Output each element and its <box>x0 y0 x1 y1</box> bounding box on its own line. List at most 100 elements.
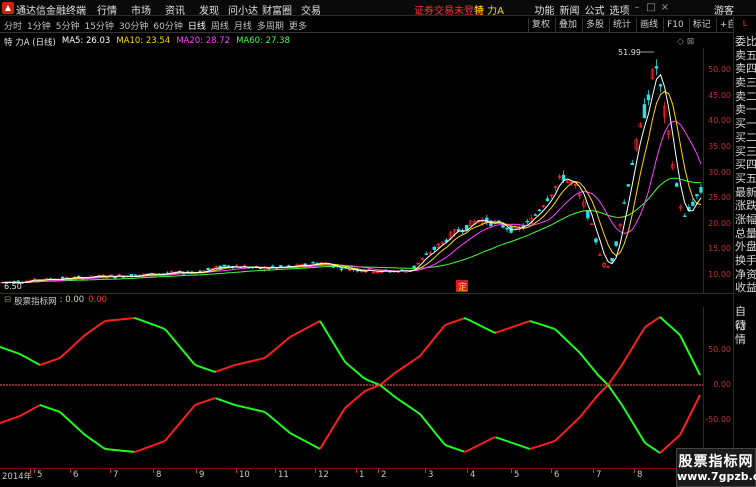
indicator-segment <box>393 371 397 375</box>
menu-item-options[interactable]: 选项 <box>607 2 632 17</box>
menu-item-functions[interactable]: 功能 <box>532 2 557 17</box>
indicator-segment <box>689 354 693 360</box>
indicator-settings-icon[interactable]: ⊟ <box>4 295 11 307</box>
f10-button[interactable]: F10 <box>663 18 687 32</box>
indicator-mirror-segment <box>505 439 509 443</box>
indicator-mirror-segment <box>269 415 273 419</box>
side-panel-header[interactable]: L <box>734 19 756 28</box>
indicator-mirror-segment <box>295 435 299 439</box>
window-controls: – □ × <box>630 2 672 13</box>
tab-monthly[interactable]: 月线 <box>234 19 252 32</box>
statistics-button[interactable]: 统计 <box>609 18 634 32</box>
indicator-mirror-segment <box>375 384 379 388</box>
multi-stock-button[interactable]: 多股 <box>582 18 607 32</box>
menu-item-assistant[interactable]: 问小达 <box>226 2 260 17</box>
menu-item-wealth[interactable]: 财富圈 <box>260 2 294 17</box>
indicator-segment <box>31 359 35 363</box>
indicator-mirror-segment <box>289 432 293 435</box>
draw-line-button[interactable]: 画线 <box>636 18 661 32</box>
tab-15min[interactable]: 15分钟 <box>84 19 113 32</box>
tab-daily[interactable]: 日线 <box>188 19 206 32</box>
indicator-name[interactable]: 股票指标网 <box>14 295 57 307</box>
tab-intraday[interactable]: 分时 <box>4 19 22 32</box>
indicator-mirror-segment <box>93 440 97 444</box>
side-tab[interactable]: 自动 <box>735 305 756 332</box>
indicator-mirror-segment <box>139 448 143 452</box>
indicator-mirror-segment <box>633 424 637 429</box>
candle-body <box>206 267 210 271</box>
tab-more[interactable]: 更多 <box>289 19 307 32</box>
date-label: 7 <box>113 470 119 480</box>
indicator-segment <box>461 317 465 320</box>
menu-item-exchange[interactable]: 市场 <box>124 2 158 17</box>
tab-5min[interactable]: 5分钟 <box>56 19 80 32</box>
restore-rights-button[interactable]: 复权 <box>528 18 553 32</box>
indicator-mirror-segment <box>29 408 33 412</box>
minimize-icon[interactable]: – <box>630 2 644 13</box>
maximize-icon[interactable]: □ <box>644 2 658 13</box>
indicator-segment <box>359 373 363 378</box>
menu-item-news-feed[interactable]: 新闻 <box>557 2 582 17</box>
menu-item-formula[interactable]: 公式 <box>582 2 607 17</box>
close-icon[interactable]: × <box>658 2 672 13</box>
menu-item-news[interactable]: 资讯 <box>158 2 192 17</box>
indicator-segment <box>21 354 25 358</box>
indicator-segment <box>145 321 149 324</box>
indicator-mirror-segment <box>449 445 453 449</box>
indicator-segment <box>483 326 487 330</box>
indicator-segment <box>693 362 697 368</box>
candle-body <box>339 268 344 271</box>
indicator-mirror-segment <box>275 420 279 424</box>
candles-group <box>0 59 703 285</box>
indicator-mirror-segment <box>225 400 229 404</box>
candlestick-chart[interactable]: 51.99 6.50 定 <box>0 48 703 293</box>
menu-item-market[interactable]: 行情 <box>90 2 124 17</box>
indicator-segment <box>141 319 145 323</box>
indicator-mirror-segment <box>347 402 351 407</box>
chart-option-icons[interactable]: ◇ ⊠ <box>677 37 694 47</box>
site-watermark: 股票指标网 www.7gpzb.com <box>676 448 756 487</box>
tab-60min[interactable]: 60分钟 <box>153 19 182 32</box>
indicator-segment <box>569 342 573 347</box>
menu-item-trade[interactable]: 交易 <box>294 2 328 17</box>
indicator-mirror-segment <box>391 393 395 397</box>
indicator-segment <box>193 363 197 367</box>
indicator-mirror-segment <box>567 425 571 430</box>
indicator-mirror-segment <box>697 394 701 400</box>
tab-1min[interactable]: 1分钟 <box>27 19 51 32</box>
indicator-segment <box>281 341 285 345</box>
indicator-segment <box>209 369 213 372</box>
overlay-button[interactable]: 叠加 <box>555 18 580 32</box>
indicator-segment <box>531 320 535 324</box>
indicator-segment <box>33 360 37 364</box>
indicator-mirror-segment <box>349 401 353 405</box>
tab-multi-period[interactable]: 多周期 <box>257 19 284 32</box>
date-tick <box>34 469 35 473</box>
indicator-mirror-segment <box>613 392 617 398</box>
indicator-mirror-segment <box>517 443 521 447</box>
indicator-segment <box>295 331 299 335</box>
indicator-segment <box>669 325 673 329</box>
candle-body <box>311 262 315 264</box>
indicator-chart[interactable] <box>0 307 703 468</box>
indicator-mirror-segment <box>571 422 575 426</box>
indicator-mirror-segment <box>679 430 683 436</box>
ma20-line <box>1 121 702 284</box>
indicator-segment <box>365 378 369 382</box>
user-guest-label[interactable]: 游客 <box>714 2 734 17</box>
quote-field-label: 最新 <box>735 185 756 199</box>
indicator-segment <box>73 342 77 346</box>
indicator-segment <box>385 377 389 381</box>
indicator-segment <box>407 361 411 365</box>
mark-button[interactable]: 标记 <box>688 18 714 32</box>
tab-weekly[interactable]: 周线 <box>211 19 229 32</box>
menu-item-discover[interactable]: 发现 <box>192 2 226 17</box>
indicator-mirror-segment <box>197 402 201 405</box>
quote-field-label: 卖一 <box>735 103 756 117</box>
indicator-segment <box>599 376 603 380</box>
candle-body <box>537 209 542 212</box>
tab-30min[interactable]: 30分钟 <box>119 19 148 32</box>
side-tab[interactable]: 行情 <box>735 319 756 346</box>
indicator-mirror-segment <box>379 384 383 388</box>
indicator-segment <box>539 323 543 326</box>
